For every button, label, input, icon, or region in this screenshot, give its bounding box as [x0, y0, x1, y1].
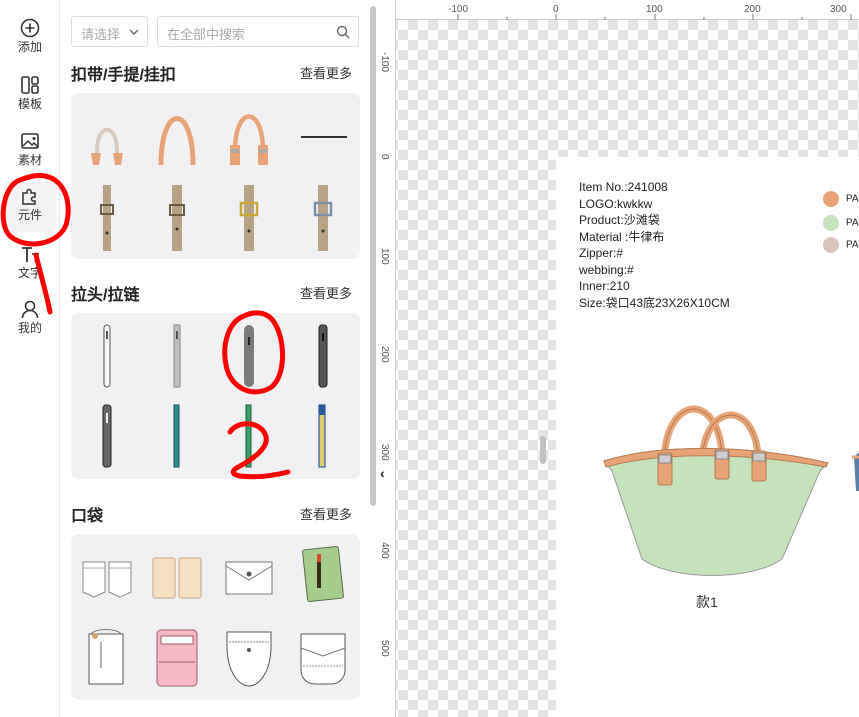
rail-mine[interactable]: 我的 [4, 295, 56, 345]
legend-item: PA [823, 237, 859, 253]
zipper-black-2[interactable] [77, 401, 137, 471]
spec-line: Product:沙滩袋 [579, 213, 660, 227]
strap-flat-line[interactable] [293, 101, 353, 171]
see-more-zippers[interactable]: 查看更多 [300, 283, 352, 302]
rail-template[interactable]: 模板 [4, 71, 56, 121]
rail-add[interactable]: 添加 [4, 14, 56, 64]
tote-bag-drawing[interactable] [602, 389, 832, 585]
color-swatch [823, 237, 839, 253]
strap-handle-cream[interactable] [77, 101, 137, 171]
zipper-teal[interactable] [147, 401, 207, 471]
see-more-pockets[interactable]: 查看更多 [300, 504, 352, 523]
color-swatch [823, 191, 839, 207]
spec-line: Inner:210 [579, 279, 630, 293]
rail-component-label: 元件 [17, 208, 42, 222]
spec-line: LOGO:kwkkw [579, 196, 653, 211]
zipper-white[interactable] [77, 321, 137, 391]
legend-item: PA [823, 215, 859, 231]
pockets-grid [71, 534, 360, 700]
color-swatch [823, 215, 839, 231]
pocket-double-beige[interactable] [147, 542, 207, 612]
buckle-strap-2[interactable] [147, 183, 207, 253]
template-icon [21, 76, 39, 94]
left-rail: 添加 模板 素材 元件 文字 我的 [0, 0, 60, 717]
spec-line: Zipper:# [579, 246, 624, 260]
pocket-drawstring[interactable] [77, 622, 137, 692]
search-input[interactable]: 在全部中搜索 [157, 16, 359, 47]
rail-add-label: 添加 [17, 40, 42, 54]
zipper-blue-yellow[interactable] [293, 401, 353, 471]
buckle-strap-4[interactable] [293, 183, 353, 253]
pocket-rounded[interactable] [293, 622, 353, 692]
ruler-left-label: 400 [379, 542, 390, 559]
pocket-green-pen[interactable] [293, 542, 353, 612]
rail-material-label: 素材 [17, 153, 42, 167]
ruler-left-label: 0 [379, 154, 390, 160]
design-canvas[interactable]: -100 0 100 200 300 -100 0 100 200 300 40… [378, 0, 859, 717]
legend-label: PA [846, 193, 859, 205]
ruler-left: -100 0 100 200 300 400 500 [378, 0, 396, 717]
user-icon [21, 300, 39, 319]
section-title-pockets: 口袋 [71, 508, 104, 525]
component-panel: 请选择 在全部中搜索 扣带/手提/挂扣 查看更多 拉头/拉链 查看更多 口袋 查… [61, 0, 370, 717]
image-icon [21, 133, 39, 149]
category-select-value: 请选择 [81, 27, 121, 42]
see-more-straps[interactable]: 查看更多 [300, 63, 352, 82]
spec-line: Item No.:241008 [579, 180, 668, 194]
text-icon [22, 247, 39, 262]
ruler-top: -100 0 100 200 300 [378, 0, 859, 20]
zipper-green[interactable] [219, 401, 279, 471]
ruler-top-ticks [457, 14, 852, 20]
pocket-pink-zip[interactable] [147, 622, 207, 692]
spec-line: Material :牛律布 [579, 229, 665, 244]
legend-item: PA [823, 191, 859, 207]
ruler-left-label: 500 [379, 640, 390, 657]
section-title-zippers: 拉头/拉链 [71, 287, 140, 304]
legend-label: PA [846, 217, 859, 229]
search-icon[interactable] [336, 25, 350, 39]
legend-label: PA [846, 239, 859, 251]
chevron-down-icon [129, 29, 139, 35]
spec-line: webbing:# [579, 262, 634, 277]
artboard[interactable]: Item No.:241008 LOGO:kwkkw Product:沙滩袋 M… [556, 157, 859, 717]
rail-text-label: 文字 [17, 266, 42, 280]
buckle-strap-3[interactable] [219, 183, 279, 253]
puzzle-icon [22, 188, 36, 205]
rail-component[interactable]: 元件 [4, 182, 56, 232]
ruler-left-label: 300 [379, 444, 390, 461]
strap-handle-orange[interactable] [147, 101, 207, 171]
category-select[interactable]: 请选择 [71, 16, 148, 47]
collapse-panel-button[interactable]: ‹ [380, 465, 385, 481]
pocket-flap-white[interactable] [219, 542, 279, 612]
spec-text[interactable]: Item No.:241008 LOGO:kwkkw Product:沙滩袋 M… [579, 179, 730, 311]
spec-line: Size:袋口43底23X26X10CM [579, 295, 730, 310]
zipper-dark-grey[interactable] [219, 321, 279, 391]
zipper-black[interactable] [293, 321, 353, 391]
ruler-left-label: 200 [379, 346, 390, 363]
ruler-left-label: -100 [379, 52, 390, 73]
ruler-left-label: 100 [379, 248, 390, 265]
buckle-strap-1[interactable] [77, 183, 137, 253]
straps-grid [71, 93, 360, 259]
rail-mine-label: 我的 [17, 321, 42, 335]
rail-text[interactable]: 文字 [4, 240, 56, 290]
rail-template-label: 模板 [17, 97, 42, 111]
panel-scrollbar[interactable] [370, 6, 376, 506]
zippers-grid [71, 313, 360, 479]
strap-handle-buckle[interactable] [219, 101, 279, 171]
pocket-curved[interactable] [219, 622, 279, 692]
second-bag-edge[interactable] [848, 451, 859, 491]
plus-circle-icon [20, 18, 40, 38]
search-placeholder: 在全部中搜索 [167, 27, 246, 42]
zipper-grey[interactable] [147, 321, 207, 391]
panel-resize-handle[interactable] [540, 436, 546, 464]
section-title-straps: 扣带/手提/挂扣 [71, 67, 176, 84]
style-label: 款1 [696, 594, 718, 610]
rail-material[interactable]: 素材 [4, 127, 56, 177]
pocket-double-white[interactable] [77, 542, 137, 612]
